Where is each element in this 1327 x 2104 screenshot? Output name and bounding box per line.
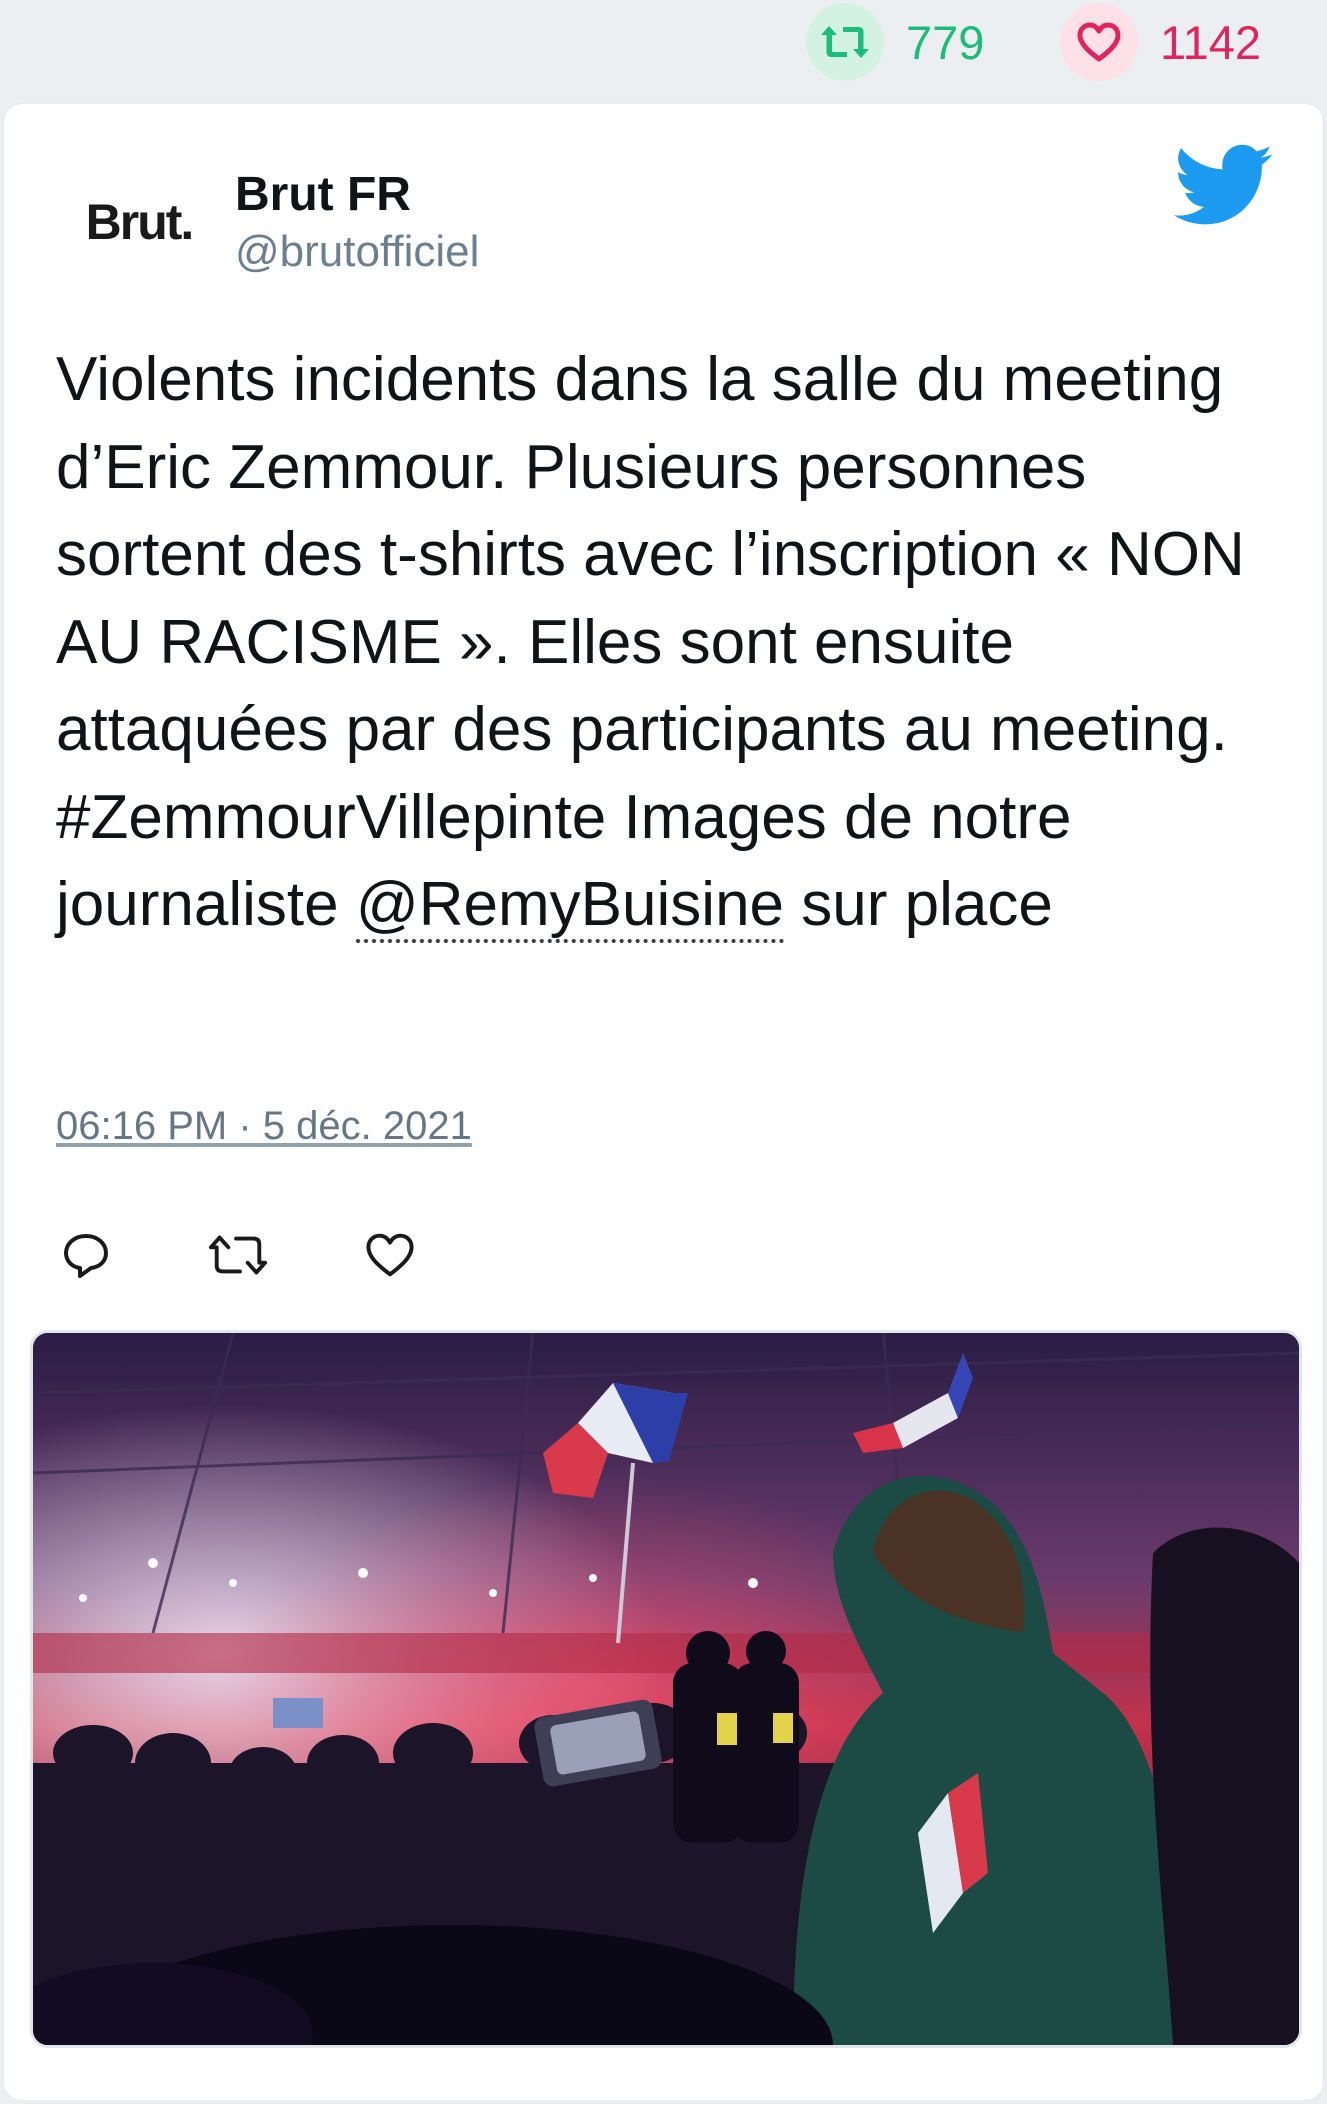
reply-icon[interactable] — [56, 1225, 116, 1285]
retweet-count: 779 — [906, 15, 985, 69]
like-count: 1142 — [1160, 15, 1262, 69]
author-handle[interactable]: @brutofficiel — [235, 226, 479, 279]
retweet-stat[interactable]: 779 — [806, 0, 984, 84]
heart-icon[interactable] — [360, 1225, 420, 1285]
avatar[interactable]: Brut. — [54, 172, 224, 272]
twitter-bird-icon[interactable] — [1174, 144, 1274, 228]
retweet-icon[interactable] — [806, 3, 884, 81]
mention-link[interactable]: @RemyBuisine — [355, 870, 785, 943]
retweet-icon[interactable] — [208, 1225, 268, 1285]
author-display-name[interactable]: Brut FR — [235, 166, 411, 224]
media-photo[interactable] — [30, 1330, 1302, 2048]
tweet-body: Violents incidents dans la salle du meet… — [56, 345, 1245, 939]
like-stat[interactable]: 1142 — [1060, 0, 1261, 84]
rally-photo-illustration — [33, 1333, 1299, 2045]
tweet-timestamp[interactable]: 06:16 PM · 5 déc. 2021 — [56, 1104, 472, 1149]
engagement-stats: 779 1142 — [0, 0, 1327, 90]
tweet-tail: sur place — [801, 870, 1053, 939]
tweet-card: Brut. Brut FR @brutofficiel Violents inc… — [4, 104, 1323, 2100]
tweet-actions — [56, 1220, 512, 1290]
heart-icon[interactable] — [1060, 3, 1138, 81]
tweet-text: Violents incidents dans la salle du meet… — [56, 336, 1276, 949]
